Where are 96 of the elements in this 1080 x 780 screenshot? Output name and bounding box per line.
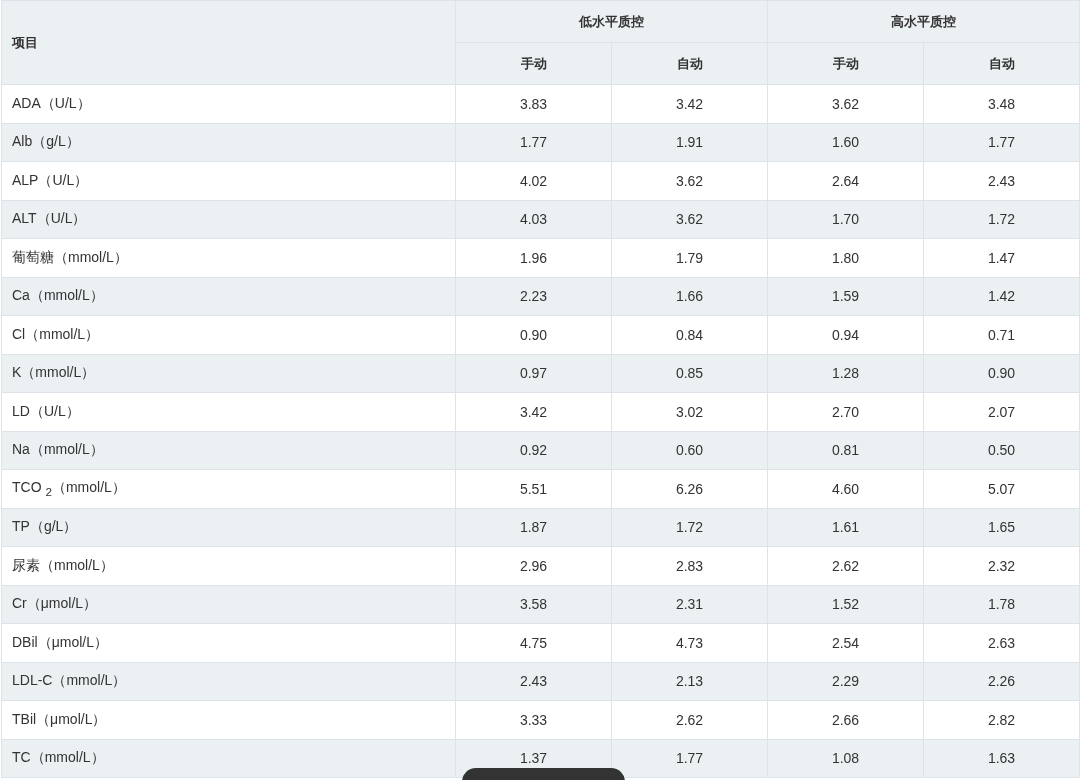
table-cell: 0.97 — [455, 354, 612, 393]
table-cell: 1.52 — [767, 585, 924, 624]
table-cell: TC（mmol/L） — [1, 739, 456, 778]
table-cell: DBil（μmol/L） — [1, 623, 456, 662]
table-cell: 2.23 — [455, 277, 612, 316]
header-cell: 手动 — [455, 42, 612, 85]
table-cell: 1.63 — [923, 739, 1080, 778]
table-cell: 1.72 — [611, 508, 768, 547]
table-cell: 3.62 — [611, 161, 768, 200]
table-cell: 2.70 — [767, 392, 924, 431]
table-cell: 0.85 — [611, 354, 768, 393]
table-cell: 1.87 — [455, 508, 612, 547]
table-cell: 3.62 — [767, 84, 924, 123]
table-cell: 1.65 — [923, 508, 1080, 547]
table-cell: 2.82 — [923, 700, 1080, 739]
table-cell: 1.59 — [767, 277, 924, 316]
table-cell: 6.26 — [611, 469, 768, 508]
header-cell: 自动 — [611, 42, 768, 85]
table-cell: TBil（μmol/L） — [1, 700, 456, 739]
table-cell: 2.54 — [767, 623, 924, 662]
table-cell: 1.66 — [611, 277, 768, 316]
table-cell: 4.60 — [767, 469, 924, 508]
table-cell: 2.66 — [767, 700, 924, 739]
table-cell: 1.80 — [767, 238, 924, 277]
table-cell: 1.79 — [611, 238, 768, 277]
table-cell: 0.90 — [923, 354, 1080, 393]
table-cell: 1.70 — [767, 200, 924, 239]
table-cell: 1.78 — [923, 585, 1080, 624]
table-cell: 2.64 — [767, 161, 924, 200]
table-cell: 2.62 — [767, 546, 924, 585]
table-cell: 2.83 — [611, 546, 768, 585]
table-cell: 1.42 — [923, 277, 1080, 316]
table-cell: 尿素（mmol/L） — [1, 546, 456, 585]
table-cell: 2.43 — [455, 662, 612, 701]
header-cell: 低水平质控 — [455, 0, 768, 43]
table-cell: 3.42 — [455, 392, 612, 431]
table-cell: 3.58 — [455, 585, 612, 624]
table-cell: 葡萄糖（mmol/L） — [1, 238, 456, 277]
table-cell: 1.08 — [767, 739, 924, 778]
table-cell: Cl（mmol/L） — [1, 315, 456, 354]
header-cell: 项目 — [1, 0, 456, 85]
table-cell: 0.71 — [923, 315, 1080, 354]
table-cell: 2.13 — [611, 662, 768, 701]
table-cell: 1.60 — [767, 123, 924, 162]
table-cell: 4.73 — [611, 623, 768, 662]
table-cell: Alb（g/L） — [1, 123, 456, 162]
header-cell: 手动 — [767, 42, 924, 85]
table-cell: 2.26 — [923, 662, 1080, 701]
table-cell: 0.92 — [455, 431, 612, 470]
table-cell: 3.62 — [611, 200, 768, 239]
header-cell: 自动 — [923, 42, 1080, 85]
table-cell: ALT（U/L） — [1, 200, 456, 239]
table-cell: 2.62 — [611, 700, 768, 739]
table-cell: 4.03 — [455, 200, 612, 239]
table-cell: 1.77 — [455, 123, 612, 162]
table-cell: 0.60 — [611, 431, 768, 470]
table-cell: 1.61 — [767, 508, 924, 547]
table-cell: Cr（μmol/L） — [1, 585, 456, 624]
table-cell: 2.43 — [923, 161, 1080, 200]
table-cell: LDL-C（mmol/L） — [1, 662, 456, 701]
table-cell: LD（U/L） — [1, 392, 456, 431]
table-cell: 0.90 — [455, 315, 612, 354]
table-cell: K（mmol/L） — [1, 354, 456, 393]
table-cell: 5.51 — [455, 469, 612, 508]
table-cell: 0.84 — [611, 315, 768, 354]
table-cell: 2.63 — [923, 623, 1080, 662]
table-cell: 1.72 — [923, 200, 1080, 239]
table-cell: 0.94 — [767, 315, 924, 354]
table-cell: 2.96 — [455, 546, 612, 585]
table-cell: ADA（U/L） — [1, 84, 456, 123]
table-cell: 0.81 — [767, 431, 924, 470]
table-cell: Na（mmol/L） — [1, 431, 456, 470]
table-cell: 2.32 — [923, 546, 1080, 585]
table-cell: 1.47 — [923, 238, 1080, 277]
table-cell: 5.07 — [923, 469, 1080, 508]
table-cell: 0.50 — [923, 431, 1080, 470]
table-cell: 3.42 — [611, 84, 768, 123]
table-cell: 2.29 — [767, 662, 924, 701]
table-cell: 3.83 — [455, 84, 612, 123]
table-cell: 1.96 — [455, 238, 612, 277]
table-cell: 4.75 — [455, 623, 612, 662]
table-cell: 2.31 — [611, 585, 768, 624]
table-cell: ALP（U/L） — [1, 161, 456, 200]
table-cell: 3.02 — [611, 392, 768, 431]
table-cell: 1.77 — [923, 123, 1080, 162]
table-cell: TP（g/L） — [1, 508, 456, 547]
table-cell: Ca（mmol/L） — [1, 277, 456, 316]
header-cell: 高水平质控 — [767, 0, 1080, 43]
table-cell: 1.91 — [611, 123, 768, 162]
table-cell: 2.07 — [923, 392, 1080, 431]
table-cell: 3.33 — [455, 700, 612, 739]
table-cell: TCO $_{2}$（mmol/L） — [1, 469, 456, 508]
table-cell: 3.48 — [923, 84, 1080, 123]
table-cell: 4.02 — [455, 161, 612, 200]
table-cell: 1.28 — [767, 354, 924, 393]
table-cell: 1.77 — [611, 739, 768, 778]
